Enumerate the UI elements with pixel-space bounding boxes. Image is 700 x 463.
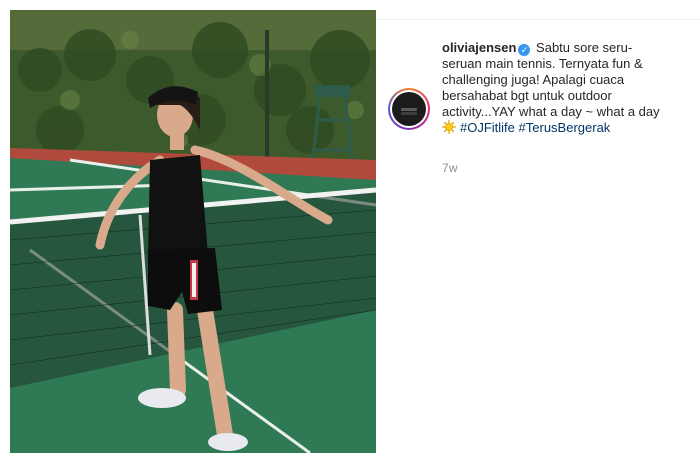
verified-badge-icon: ✓ [518, 44, 531, 56]
hashtag-link[interactable]: #TerusBergerak [519, 120, 611, 135]
username-link[interactable]: oliviajensen [442, 40, 516, 55]
profile-avatar[interactable] [388, 88, 430, 130]
caption-text-block: oliviajensen ✓ Sabtu sore seru-seruan mai… [442, 40, 664, 136]
caption-comment: oliviajensen ✓ Sabtu sore seru-seruan mai… [388, 40, 688, 136]
post-timestamp[interactable]: 7w [442, 161, 458, 175]
post-photo[interactable] [10, 10, 376, 453]
instagram-post: oliviajensen ✓ Sabtu sore seru-seruan mai… [0, 0, 700, 463]
avatar-image [392, 92, 426, 126]
tennis-court-photo [10, 10, 376, 453]
sun-emoji-icon [442, 120, 456, 134]
header-divider [376, 19, 700, 20]
hashtag-link[interactable]: #OJFitlife [460, 120, 515, 135]
